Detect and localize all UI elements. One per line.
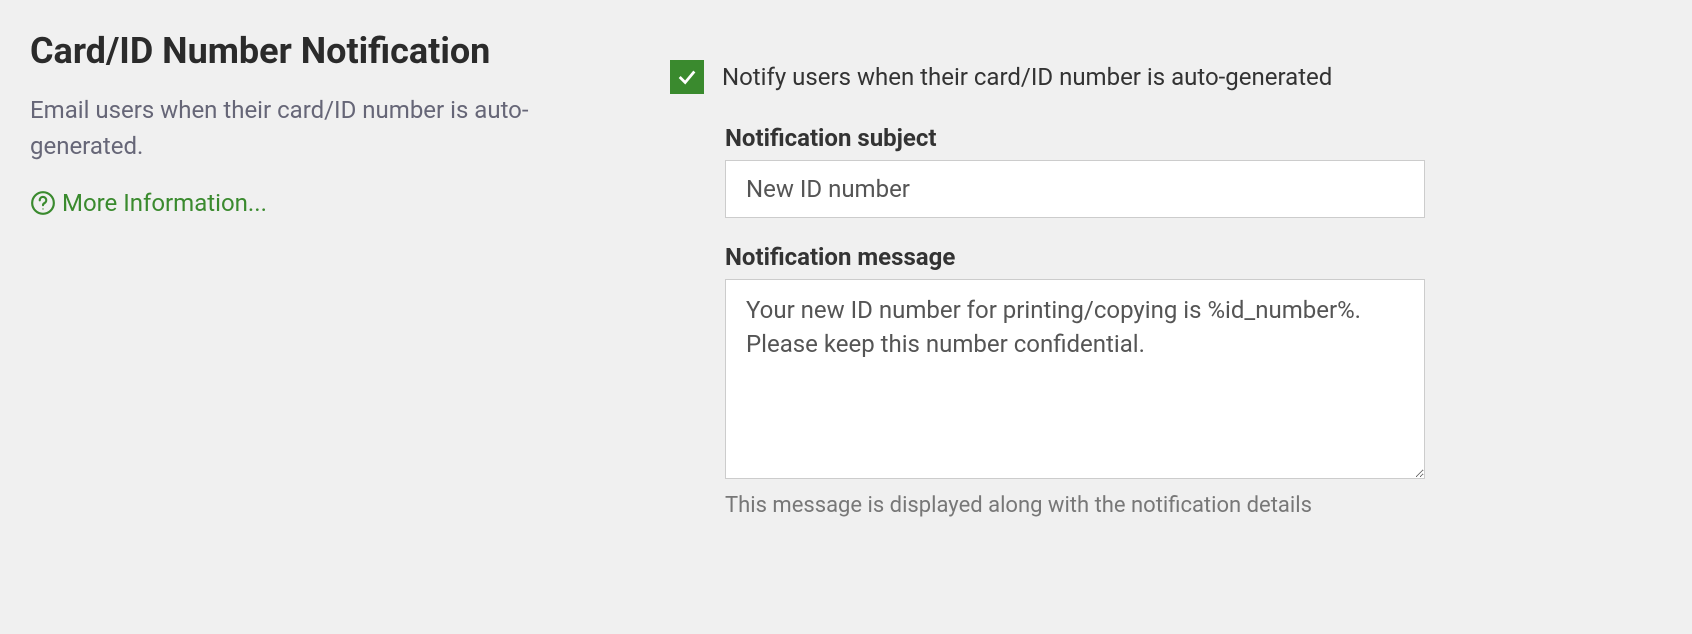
form-column: Notify users when their card/ID number i… (670, 30, 1662, 518)
notify-checkbox-label: Notify users when their card/ID number i… (722, 63, 1332, 91)
check-icon (676, 66, 698, 88)
section-header-column: Card/ID Number Notification Email users … (30, 30, 590, 518)
message-help-text: This message is displayed along with the… (725, 493, 1662, 518)
subject-label: Notification subject (725, 124, 1662, 152)
message-group: Notification message (725, 243, 1662, 483)
settings-section: Card/ID Number Notification Email users … (30, 30, 1662, 518)
message-label: Notification message (725, 243, 1662, 271)
subject-input[interactable] (725, 160, 1425, 218)
message-textarea[interactable] (725, 279, 1425, 479)
subject-group: Notification subject (725, 124, 1662, 218)
notify-checkbox-row: Notify users when their card/ID number i… (670, 60, 1662, 94)
section-description: Email users when their card/ID number is… (30, 92, 590, 164)
more-information-label: More Information... (62, 189, 267, 217)
help-circle-icon (30, 190, 56, 216)
more-information-link[interactable]: More Information... (30, 189, 267, 217)
notify-checkbox[interactable] (670, 60, 704, 94)
section-title: Card/ID Number Notification (30, 30, 590, 72)
